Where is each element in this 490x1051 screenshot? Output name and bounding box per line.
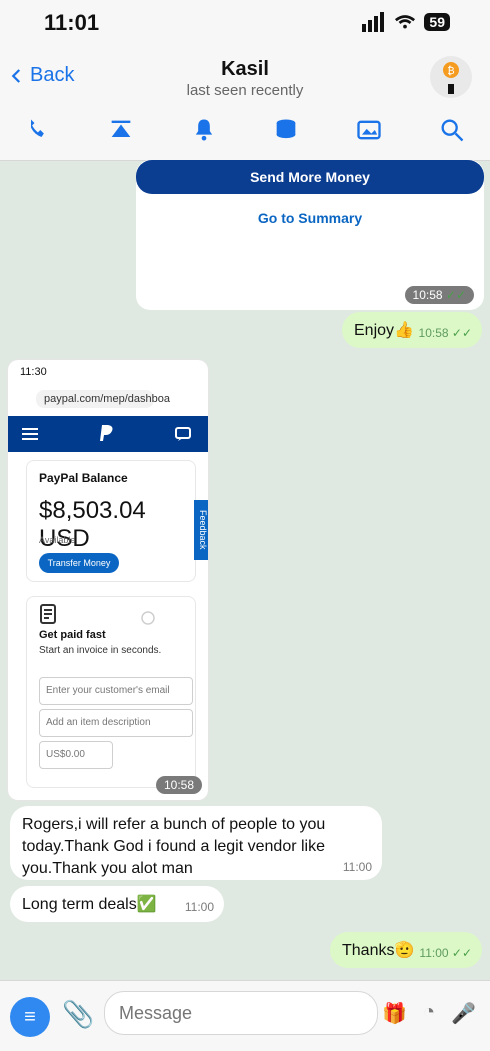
message-text: Thanks🫡: [342, 942, 415, 959]
get-paid-fast-label: Get paid fast: [39, 629, 106, 641]
mic-icon[interactable]: 🎤: [451, 1001, 476, 1026]
image-icon[interactable]: [355, 116, 383, 144]
chat-header: Back Kasil last seen recently ₿: [0, 44, 490, 161]
bitcoin-icon: ₿: [443, 62, 459, 94]
outgoing-message: Enjoy👍 10:58 ✓✓: [342, 312, 482, 348]
paypal-balance-card: PayPal Balance $8,503.04 USD Available T…: [26, 460, 196, 582]
message-input[interactable]: [104, 991, 378, 1035]
attach-icon[interactable]: 📎: [62, 999, 94, 1030]
screenshot-url: paypal.com/mep/dashboa: [36, 390, 170, 408]
incoming-message: Rogers,i will refer a bunch of people to…: [10, 806, 382, 880]
message-time: 10:58 ✓✓: [404, 286, 474, 304]
radio-icon: [141, 611, 155, 625]
get-paid-card: Get paid fast Start an invoice in second…: [26, 596, 196, 788]
wifi-icon: [395, 15, 416, 29]
battery-indicator: 59: [424, 13, 450, 31]
screenshot-time: 11:30: [20, 366, 47, 378]
go-to-summary-link[interactable]: Go to Summary: [136, 210, 484, 226]
message-time: 11:00: [342, 860, 372, 874]
incoming-message: Long term deals✅ 11:00: [10, 886, 224, 922]
available-label: Available: [39, 535, 76, 545]
stack-icon[interactable]: [272, 116, 300, 144]
timer-icon[interactable]: ◔: [423, 1001, 435, 1026]
status-indicators: 59: [362, 12, 450, 32]
amount-field[interactable]: US$0.00: [39, 741, 113, 769]
chat-bubble-icon: [175, 427, 191, 441]
message-time: 10:58: [155, 776, 202, 794]
invoice-icon: [40, 604, 56, 624]
get-paid-fast-sub: Start an invoice in seconds.: [39, 645, 162, 656]
search-icon[interactable]: [438, 116, 466, 144]
signal-icon: [362, 12, 386, 32]
chat-area: Send More Money Go to Summary 10:58 ✓✓ E…: [0, 160, 490, 980]
balance-label: PayPal Balance: [39, 471, 128, 485]
call-minimize-icon[interactable]: [107, 116, 135, 144]
screenshot-message[interactable]: 11:30 paypal.com/mep/dashboa PayPal Bala…: [8, 360, 208, 800]
chat-subtitle: last seen recently: [186, 82, 304, 99]
outgoing-message: Thanks🫡 11:00 ✓✓: [330, 932, 482, 968]
item-description-field[interactable]: Add an item description: [39, 709, 193, 737]
menu-button[interactable]: ≡: [10, 997, 50, 1037]
chat-title: Kasil: [221, 58, 269, 80]
paypal-logo-icon: [100, 425, 113, 441]
gift-icon[interactable]: 🎁: [382, 1001, 407, 1026]
message-composer: ≡ 📎 🎁 ◔ 🎤: [0, 980, 490, 1051]
message-time: 11:00 ✓✓: [419, 946, 472, 960]
payment-card: Send More Money Go to Summary 10:58 ✓✓: [136, 160, 484, 310]
message-time: 11:00: [184, 900, 214, 914]
message-text: Enjoy👍: [354, 322, 414, 339]
status-time: 11:01: [44, 10, 100, 35]
transfer-money-button[interactable]: Transfer Money: [39, 553, 119, 573]
call-icon[interactable]: [24, 116, 52, 144]
send-more-money-button[interactable]: Send More Money: [136, 160, 484, 194]
customer-email-field[interactable]: Enter your customer's email: [39, 677, 193, 705]
message-text: Rogers,i will refer a bunch of people to…: [22, 816, 326, 877]
bell-icon[interactable]: [190, 116, 218, 144]
feedback-tab[interactable]: Feedback: [194, 500, 208, 560]
contact-avatar[interactable]: ₿: [430, 56, 472, 98]
chat-actions: [24, 116, 466, 144]
menu-icon: [22, 428, 38, 440]
message-text: Long term deals✅: [22, 896, 157, 913]
status-bar: 11:01 59: [0, 0, 490, 44]
svg-text:₿: ₿: [447, 65, 454, 77]
message-time: 10:58 ✓✓: [418, 326, 472, 340]
composer-icons: 🎁 ◔ 🎤: [382, 1001, 476, 1026]
paypal-header-bar: [8, 416, 208, 452]
